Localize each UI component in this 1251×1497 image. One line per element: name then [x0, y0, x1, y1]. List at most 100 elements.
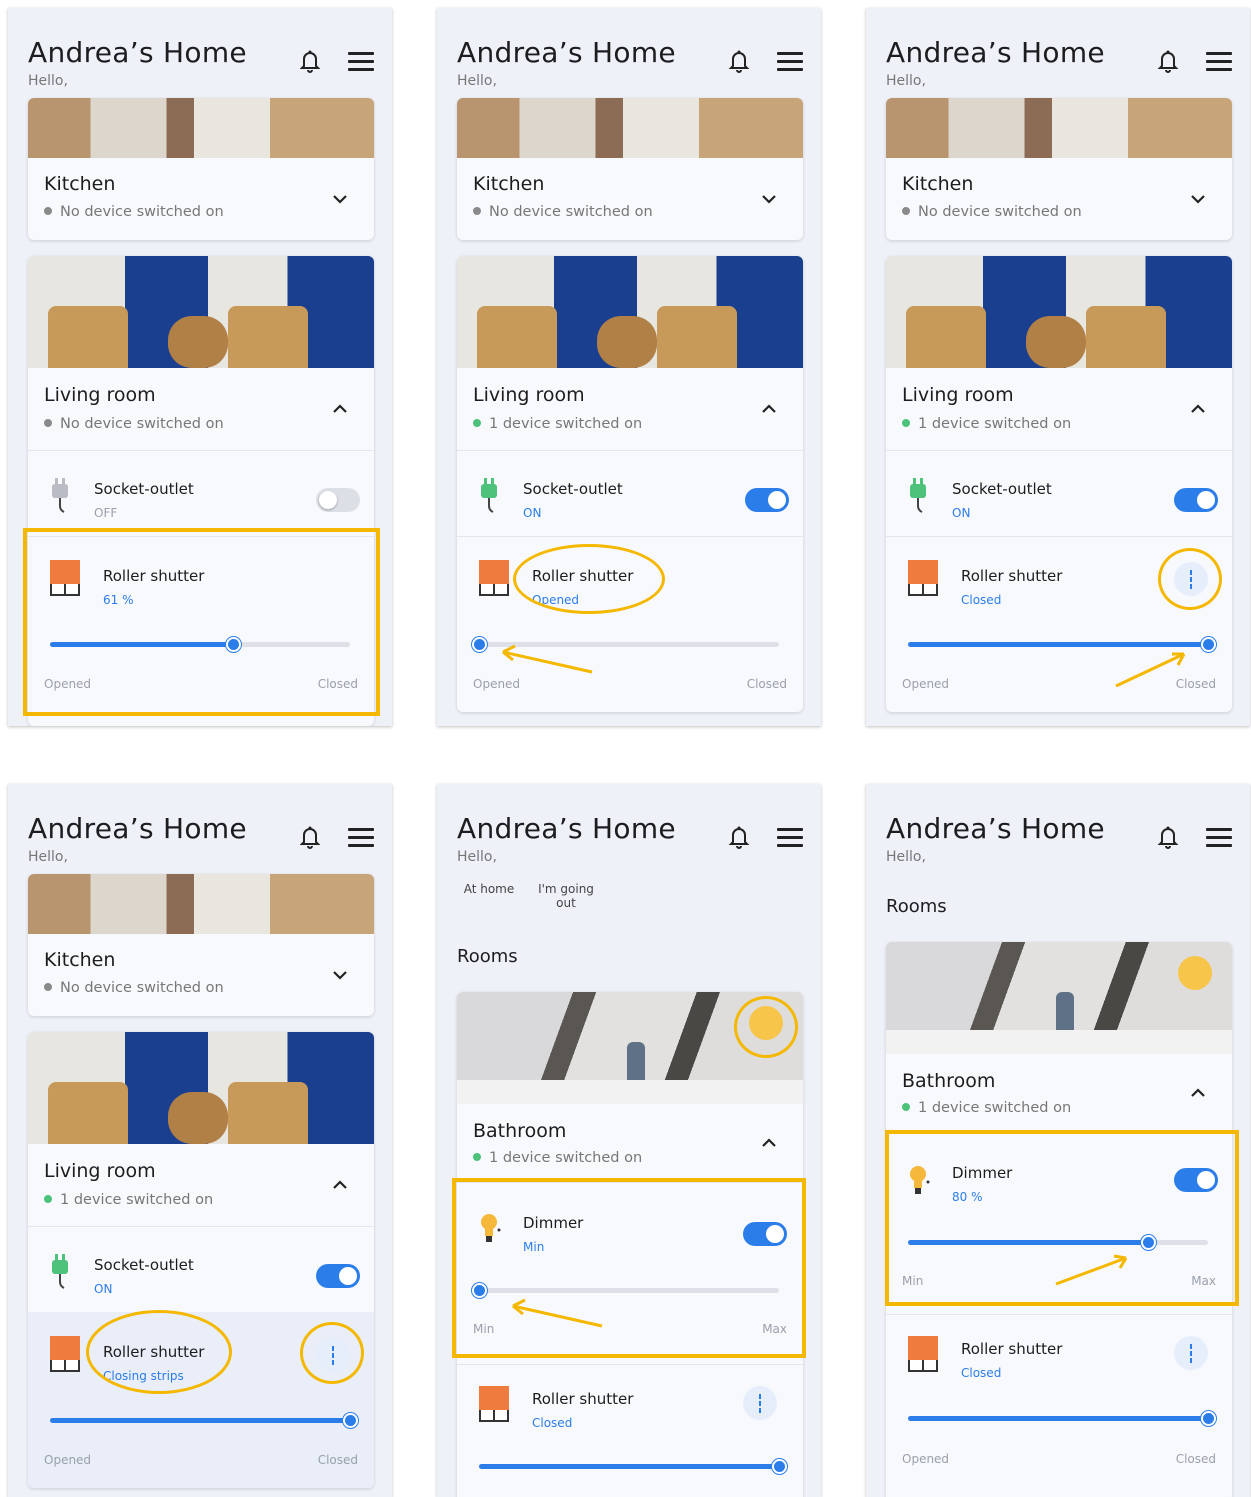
slider-thumb[interactable]	[1201, 1411, 1216, 1426]
chevron-up-icon[interactable]	[1190, 404, 1206, 414]
bell-icon[interactable]	[727, 824, 751, 850]
divider	[28, 450, 374, 451]
menu-icon[interactable]	[1206, 52, 1232, 71]
greeting: Hello,	[28, 73, 68, 89]
app-title: Andrea’s Home	[28, 812, 247, 845]
chevron-up-icon[interactable]	[761, 1138, 777, 1148]
bathroom-image	[886, 942, 1232, 1054]
basket	[168, 316, 228, 368]
room-status: 1 device switched on	[902, 416, 1071, 432]
room-status: No device switched on	[473, 204, 653, 220]
chevron-up-icon[interactable]	[332, 1180, 348, 1190]
highlight-box	[23, 528, 380, 716]
room-status: No device switched on	[44, 980, 224, 996]
shutter-icon	[479, 1386, 509, 1424]
bell-icon[interactable]	[1156, 48, 1180, 74]
slider-thumb[interactable]	[343, 1413, 358, 1428]
socket-toggle[interactable]	[1174, 488, 1218, 512]
arrow-annotation	[1055, 1254, 1128, 1286]
rooms-heading: Rooms	[886, 896, 947, 917]
status-dot	[44, 983, 52, 991]
rooms-heading: Rooms	[457, 946, 518, 967]
device-status: Closed	[961, 593, 1002, 607]
socket-toggle[interactable]	[316, 1264, 360, 1288]
greeting: Hello,	[886, 849, 926, 865]
device-name: Socket-outlet	[523, 480, 623, 498]
chevron-down-icon[interactable]	[332, 970, 348, 980]
shutter-slider[interactable]	[908, 637, 1216, 652]
shutter-slider[interactable]	[479, 1459, 787, 1474]
divider	[457, 536, 803, 537]
bell-icon[interactable]	[1156, 824, 1180, 850]
room-card-kitchen[interactable]: Kitchen No device switched on	[457, 98, 803, 240]
chevron-down-icon[interactable]	[1190, 194, 1206, 204]
status-dot	[44, 1195, 52, 1203]
shutter-slider[interactable]	[50, 1413, 358, 1428]
room-name: Living room	[44, 384, 156, 406]
room-card-kitchen[interactable]: Kitchen No device switched on	[28, 874, 374, 1016]
room-card-kitchen[interactable]: Kitchen No device switched on	[28, 98, 374, 240]
tab-at-home[interactable]: At home	[459, 882, 519, 896]
room-name: Living room	[473, 384, 585, 406]
kebab-icon[interactable]	[1174, 1336, 1208, 1370]
arrow-annotation	[1115, 652, 1186, 688]
room-card-living[interactable]: Living room 1 device switched on Socket-…	[28, 1032, 374, 1488]
status-text: No device switched on	[60, 416, 224, 432]
kebab-icon[interactable]	[743, 1386, 777, 1420]
socket-toggle[interactable]	[745, 488, 789, 512]
menu-icon[interactable]	[777, 52, 803, 71]
slider-min-label: Opened	[473, 677, 521, 691]
slider-thumb[interactable]	[1201, 637, 1216, 652]
app-title: Andrea’s Home	[886, 36, 1105, 69]
kitchen-image	[28, 98, 374, 158]
chevron-up-icon[interactable]	[332, 404, 348, 414]
chair-right	[228, 1082, 308, 1144]
status-text: 1 device switched on	[60, 1192, 214, 1208]
app-title: Andrea’s Home	[457, 36, 676, 69]
room-card-living[interactable]: Living room 1 device switched on Socket-…	[457, 256, 803, 712]
app-title: Andrea’s Home	[28, 36, 247, 69]
menu-icon[interactable]	[777, 828, 803, 847]
room-card-living[interactable]: Living room 1 device switched on Socket-…	[886, 256, 1232, 712]
chevron-up-icon[interactable]	[761, 404, 777, 414]
device-name: Socket-outlet	[952, 480, 1052, 498]
room-status: 1 device switched on	[902, 1100, 1071, 1116]
device-name: Socket-outlet	[94, 480, 194, 498]
basket	[168, 1092, 228, 1144]
socket-toggle[interactable]	[316, 488, 360, 512]
bell-icon[interactable]	[727, 48, 751, 74]
menu-icon[interactable]	[348, 52, 374, 71]
status-text: No device switched on	[60, 980, 224, 996]
status-text: 1 device switched on	[918, 1100, 1072, 1116]
device-status: ON	[952, 506, 971, 520]
kitchen-image	[28, 874, 374, 934]
shutter-slider[interactable]	[472, 637, 779, 652]
greeting: Hello,	[457, 73, 497, 89]
chair-right	[657, 306, 737, 368]
screen-2: Andrea’s Home Hello, Kitchen No device s…	[437, 8, 821, 726]
bell-icon[interactable]	[298, 824, 322, 850]
chair-left	[906, 306, 986, 368]
menu-icon[interactable]	[348, 828, 374, 847]
tab-going-out[interactable]: I'm going out	[531, 882, 601, 910]
chevron-down-icon[interactable]	[332, 194, 348, 204]
room-card-kitchen[interactable]: Kitchen No device switched on	[886, 98, 1232, 240]
arrow-annotation	[512, 1298, 603, 1328]
room-status: No device switched on	[44, 204, 224, 220]
living-image	[457, 256, 803, 368]
shutter-slider[interactable]	[908, 1411, 1216, 1426]
slider-max-label: Closed	[317, 1453, 358, 1467]
menu-icon[interactable]	[1206, 828, 1232, 847]
chair-right	[1086, 306, 1166, 368]
room-name: Kitchen	[902, 173, 974, 195]
living-image	[886, 256, 1232, 368]
slider-thumb[interactable]	[772, 1459, 787, 1474]
shutter-icon	[908, 1336, 938, 1374]
basket	[1026, 316, 1086, 368]
bell-icon[interactable]	[298, 48, 322, 74]
chevron-up-icon[interactable]	[1190, 1088, 1206, 1098]
sun-icon[interactable]	[1178, 956, 1212, 990]
app-title: Andrea’s Home	[886, 812, 1105, 845]
chevron-down-icon[interactable]	[761, 194, 777, 204]
slider-thumb[interactable]	[472, 637, 487, 652]
